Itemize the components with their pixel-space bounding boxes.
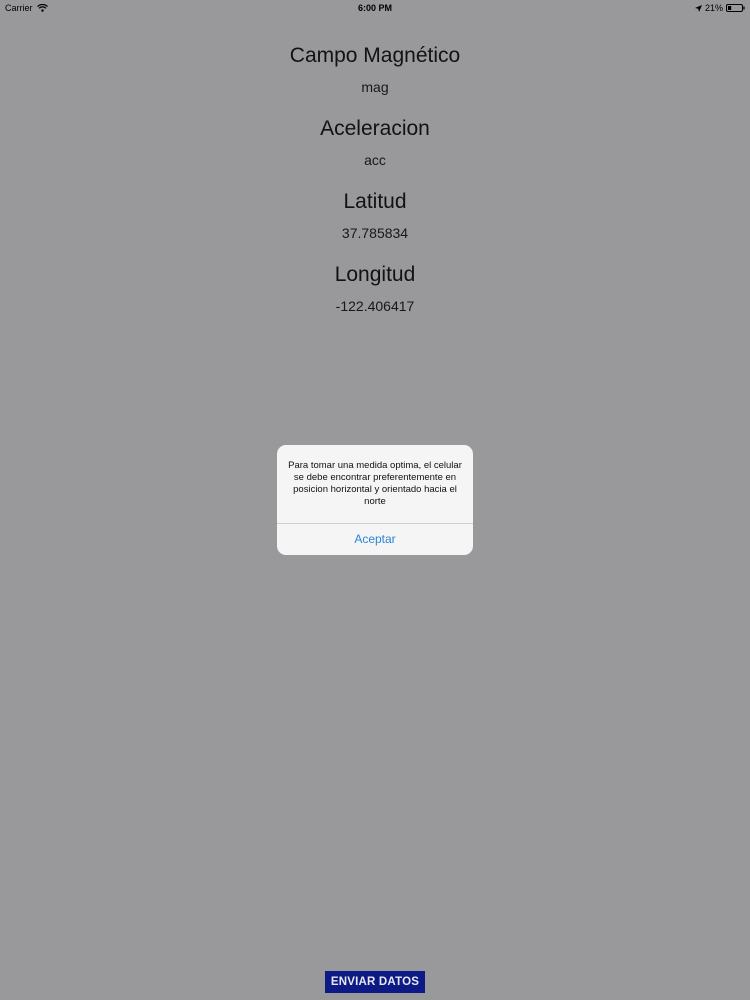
battery-percent: 21% <box>704 3 723 13</box>
location-icon <box>694 4 702 12</box>
field-title-latitude: Latitud <box>343 190 407 213</box>
alert-dialog: Para tomar una medida optima, el celular… <box>277 445 473 555</box>
accept-button[interactable]: Aceptar <box>277 524 473 555</box>
field-title-acceleration: Aceleracion <box>320 117 430 140</box>
send-data-button[interactable]: ENVIAR DATOS <box>325 971 425 993</box>
field-value-latitude: 37.785834 <box>341 225 409 241</box>
field-value-acceleration: acc <box>364 152 386 168</box>
battery-icon <box>726 4 745 12</box>
field-value-magnetic: mag <box>361 79 389 95</box>
status-bar: Carrier 6:00 PM 21% <box>0 0 750 16</box>
field-value-longitude: -122.406417 <box>335 298 415 314</box>
alert-message: Para tomar una medida optima, el celular… <box>288 460 462 507</box>
field-title-magnetic: Campo Magnético <box>289 44 461 67</box>
field-title-longitude: Longitud <box>334 263 416 286</box>
status-right: 21% <box>694 0 745 16</box>
status-time: 6:00 PM <box>357 3 392 13</box>
